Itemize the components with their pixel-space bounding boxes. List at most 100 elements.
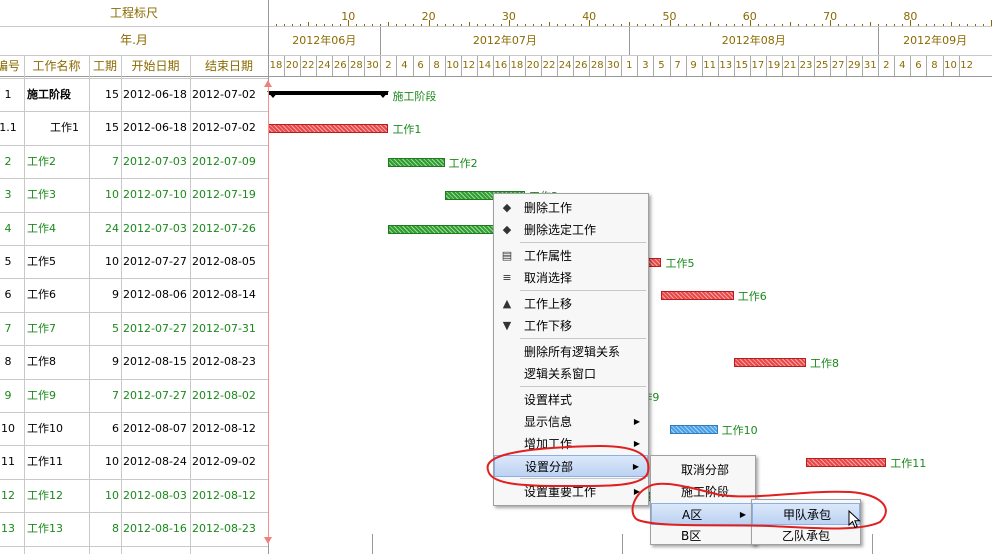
menu-item-1[interactable]: 甲队承包	[752, 503, 860, 525]
day-label: 19	[767, 60, 781, 71]
task-bar[interactable]	[268, 124, 389, 134]
ruler-tick-label: 40	[582, 10, 597, 23]
task-bar[interactable]	[661, 291, 734, 301]
day-label: 14	[478, 60, 492, 71]
day-divider	[669, 56, 671, 76]
day-divider	[524, 56, 526, 76]
day-label: 31	[863, 60, 877, 71]
row-duration: 10	[105, 455, 119, 469]
row-name[interactable]: 工作5	[27, 245, 87, 279]
col-header-start[interactable]: 开始日期	[121, 56, 190, 76]
table-row[interactable]: 6 工作6 9 2012-08-06 2012-08-14	[0, 278, 268, 311]
day-label: 10	[446, 60, 460, 71]
row-name[interactable]: 工作9	[27, 379, 87, 413]
ruler-tick-label: 20	[421, 10, 436, 23]
row-id: 11	[1, 455, 15, 469]
summary-bar[interactable]	[268, 91, 389, 95]
row-duration: 15	[105, 88, 119, 101]
move-up-icon: ▲	[502, 297, 512, 310]
menu-item-1[interactable]: ◆ 删除工作	[494, 197, 648, 219]
day-divider	[605, 56, 607, 76]
table-row[interactable]: 1.1 工作1 15 2012-06-18 2012-07-02	[0, 111, 268, 144]
table-row[interactable]: 4 工作4 24 2012-07-03 2012-07-26	[0, 212, 268, 245]
menu-item-9[interactable]: 设置样式	[494, 389, 648, 411]
header-divider	[0, 55, 992, 56]
row-name[interactable]: 施工阶段	[27, 78, 87, 112]
table-row[interactable]: 10 工作10 6 2012-08-07 2012-08-12	[0, 412, 268, 445]
row-name[interactable]: 工作2	[27, 145, 87, 179]
menu-item-2[interactable]: 乙队承包	[752, 525, 860, 547]
col-header-duration[interactable]: 工期	[89, 56, 121, 76]
day-divider	[589, 56, 591, 76]
menu-item-2[interactable]: ◆ 删除选定工作	[494, 219, 648, 241]
table-row[interactable]: 1 施工阶段 15 2012-06-18 2012-07-02	[0, 78, 268, 111]
row-duration: 7	[112, 388, 119, 402]
row-name[interactable]: 工作6	[27, 278, 87, 312]
task-bar-label: 工作5	[665, 257, 695, 270]
day-divider	[942, 56, 944, 76]
menu-item-label: 逻辑关系窗口	[524, 367, 597, 381]
menu-item-5[interactable]: ▲ 工作上移	[494, 293, 648, 315]
menu-item-1[interactable]: 取消分部	[651, 459, 755, 481]
row-name[interactable]: 工作3	[27, 178, 87, 212]
menu-item-label: 取消选择	[524, 271, 573, 285]
table-row[interactable]: 7 工作7 5 2012-07-27 2012-07-31	[0, 312, 268, 345]
row-id: 2	[4, 154, 12, 168]
table-row[interactable]: 8 工作8 9 2012-08-15 2012-08-23	[0, 345, 268, 378]
menu-item-7[interactable]: 删除所有逻辑关系	[494, 341, 648, 363]
task-bar[interactable]	[733, 358, 806, 368]
menu-item-label: 取消分部	[681, 463, 730, 477]
row-name[interactable]: 工作8	[27, 345, 87, 379]
menu-item-3[interactable]: A区 ▶	[651, 503, 755, 525]
table-row[interactable]: 13 工作13 8 2012-08-16 2012-08-23	[0, 512, 268, 545]
menu-item-4[interactable]: ≡ 取消选择	[494, 267, 648, 289]
ruler-tick-label: 50	[662, 10, 677, 23]
task-bar[interactable]	[388, 157, 445, 167]
row-name[interactable]: 工作7	[27, 312, 87, 346]
menu-item-3[interactable]: ▤ 工作属性	[494, 245, 648, 267]
menu-item-12[interactable]: 设置分部 ▶	[494, 455, 648, 477]
row-name[interactable]: 工作11	[27, 445, 87, 479]
task-bar[interactable]	[669, 425, 718, 434]
col-header-name[interactable]: 工作名称	[24, 56, 89, 76]
row-start: 2012-07-03	[123, 154, 187, 168]
row-name[interactable]: 工作12	[27, 479, 87, 513]
menu-item-label: A区	[682, 508, 703, 522]
table-row[interactable]: 5 工作5 10 2012-07-27 2012-08-05	[0, 245, 268, 278]
menu-item-10[interactable]: 显示信息 ▶	[494, 411, 648, 433]
deselect-icon: ≡	[502, 271, 512, 284]
row-id: 3	[4, 188, 12, 202]
col-header-id[interactable]: 编号	[0, 56, 24, 76]
task-bar[interactable]	[806, 458, 887, 468]
menu-item-8[interactable]: 逻辑关系窗口	[494, 363, 648, 385]
day-label: 29	[847, 60, 861, 71]
gantt-app: 工程标尺 年.月 10 20 30 40 50 60 70 80 2012年06月 2012年0…	[0, 0, 992, 554]
table-row[interactable]: 11 工作11 10 2012-08-24 2012-09-02	[0, 445, 268, 478]
menu-item-4[interactable]: B区	[651, 525, 755, 547]
row-id: 6	[4, 288, 12, 302]
table-row[interactable]: 3 工作3 10 2012-07-10 2012-07-19	[0, 178, 268, 211]
task-bar-label: 工作2	[448, 156, 478, 170]
menu-separator	[520, 386, 646, 387]
menu-item-label: 删除所有逻辑关系	[524, 345, 621, 359]
ruler-tick-label: 80	[903, 10, 918, 23]
menu-item-11[interactable]: 增加工作 ▶	[494, 433, 648, 455]
menu-item-6[interactable]: ▼ 工作下移	[494, 315, 648, 337]
menu-separator	[520, 478, 646, 479]
menu-item-13[interactable]: 设置重要工作 ▶	[494, 481, 648, 503]
row-name[interactable]: 工作10	[27, 412, 87, 446]
day-divider	[637, 56, 639, 76]
day-divider	[701, 56, 703, 76]
row-end: 2012-08-23	[192, 522, 256, 536]
menu-separator	[520, 338, 646, 339]
table-row[interactable]: 12 工作12 10 2012-08-03 2012-08-12	[0, 479, 268, 512]
row-duration: 15	[105, 121, 119, 135]
row-start: 2012-08-06	[123, 288, 187, 302]
timeline-marker[interactable]	[268, 82, 269, 544]
row-name[interactable]: 工作4	[27, 212, 87, 246]
col-header-end[interactable]: 结束日期	[190, 56, 268, 76]
table-row[interactable]: 2 工作2 7 2012-07-03 2012-07-09	[0, 145, 268, 178]
row-name[interactable]: 工作13	[27, 512, 87, 546]
table-row[interactable]: 9 工作9 7 2012-07-27 2012-08-02	[0, 379, 268, 412]
menu-item-2[interactable]: 施工阶段	[651, 481, 755, 503]
